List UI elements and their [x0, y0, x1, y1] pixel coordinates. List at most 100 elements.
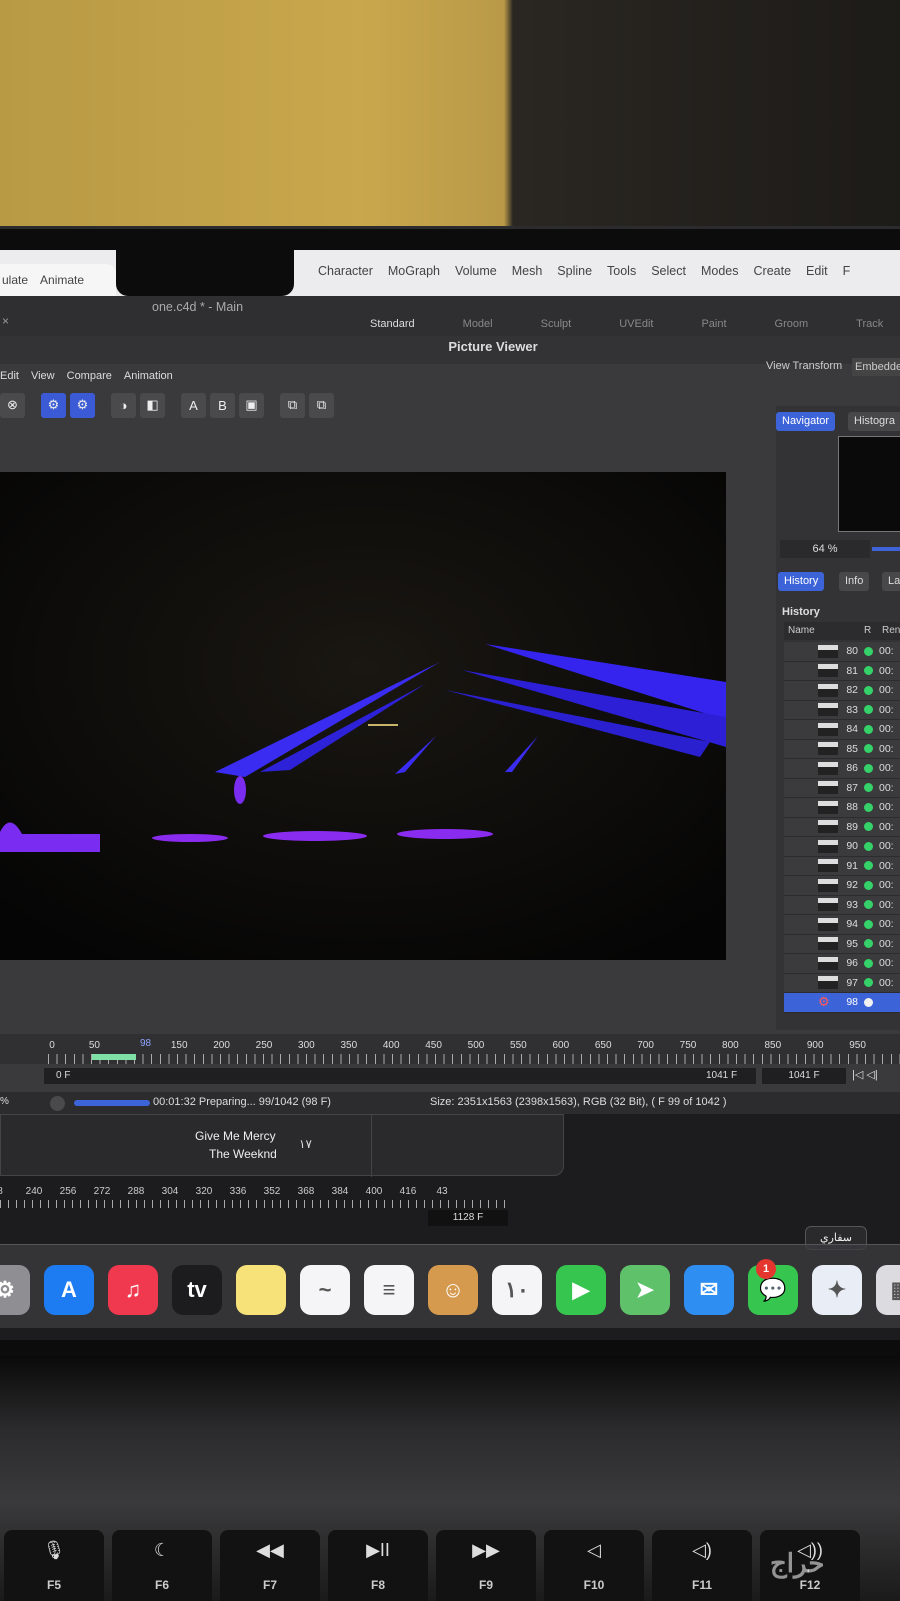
- history-row[interactable]: 91 00:: [784, 856, 900, 876]
- render-active-icon[interactable]: ⚙: [70, 392, 95, 418]
- menu-item-spline[interactable]: Spline: [557, 264, 592, 278]
- history-row[interactable]: 85 00:: [784, 739, 900, 759]
- notes-icon[interactable]: [236, 1265, 286, 1315]
- history-row[interactable]: 97 00:: [784, 973, 900, 993]
- menu-item-volume[interactable]: Volume: [455, 264, 497, 278]
- layout-tab-model[interactable]: Model: [463, 318, 493, 330]
- reminders-icon[interactable]: ≡: [364, 1265, 414, 1315]
- mail-icon[interactable]: ✉: [684, 1265, 734, 1315]
- column-r[interactable]: R: [864, 622, 871, 640]
- menu-item-f[interactable]: F: [843, 264, 851, 278]
- music-icon[interactable]: ♫: [108, 1265, 158, 1315]
- layout-tab-standard[interactable]: Standard: [370, 318, 415, 330]
- menu-item-tools[interactable]: Tools: [607, 264, 636, 278]
- start-frame-field[interactable]: 0 F: [44, 1068, 756, 1084]
- close-icon[interactable]: ×: [2, 314, 9, 328]
- pv-menu-animation[interactable]: Animation: [124, 370, 173, 382]
- tab-info[interactable]: Info: [839, 572, 870, 591]
- function-key-f10[interactable]: ◁ F10: [544, 1530, 644, 1601]
- facetime-icon[interactable]: ▶: [556, 1265, 606, 1315]
- layout-tab-track[interactable]: Track: [856, 318, 883, 330]
- menu-item-mograph[interactable]: MoGraph: [388, 264, 440, 278]
- maps-icon[interactable]: ➤: [620, 1265, 670, 1315]
- layout-tab-groom[interactable]: Groom: [775, 318, 809, 330]
- zoom-level[interactable]: 64 %: [780, 540, 870, 558]
- view-transform-select[interactable]: Embedde: [852, 358, 900, 376]
- menu-item-select[interactable]: Select: [651, 264, 686, 278]
- history-row[interactable]: 90 00:: [784, 837, 900, 857]
- frame-step-buttons[interactable]: |◁ ◁|: [852, 1068, 878, 1081]
- function-key-f5[interactable]: 🎙 F5: [4, 1530, 104, 1601]
- history-row[interactable]: 84 00:: [784, 720, 900, 740]
- function-key-f7[interactable]: ◀◀ F7: [220, 1530, 320, 1601]
- function-key-f11[interactable]: ◁) F11: [652, 1530, 752, 1601]
- a-buffer-icon[interactable]: A: [181, 392, 206, 418]
- ruler-tick-label: 400: [382, 1040, 400, 1051]
- render-cursor: [368, 724, 398, 726]
- history-row[interactable]: 81 00:: [784, 661, 900, 681]
- column-render[interactable]: Ren: [882, 622, 900, 640]
- tab-history[interactable]: History: [778, 572, 825, 591]
- pv-menu-edit[interactable]: Edit: [0, 370, 19, 382]
- export-icon[interactable]: ⧉: [309, 392, 334, 418]
- messages-icon[interactable]: 💬 1: [748, 1259, 798, 1315]
- b-buffer-icon[interactable]: B: [210, 392, 235, 418]
- column-name[interactable]: Name: [788, 622, 815, 640]
- lower-frame-field[interactable]: 1128 F: [428, 1210, 508, 1226]
- contrast-icon[interactable]: ◑: [111, 392, 136, 418]
- status-dot-icon: [864, 822, 873, 832]
- menu-item-edit[interactable]: Edit: [806, 264, 828, 278]
- app-store-icon[interactable]: A: [44, 1265, 94, 1315]
- history-row[interactable]: 80 00:: [784, 642, 900, 662]
- timeline-ruler[interactable]: 98 0 50 150 200 250 300 350 400 450 500 550 600 650 7…: [0, 1034, 900, 1064]
- history-row[interactable]: 92 00:: [784, 876, 900, 896]
- history-row[interactable]: 93 00:: [784, 895, 900, 915]
- history-row[interactable]: 88 00:: [784, 798, 900, 818]
- history-row[interactable]: 82 00:: [784, 681, 900, 701]
- timeline-range[interactable]: [92, 1054, 136, 1060]
- function-key-f9[interactable]: ▶▶ F9: [436, 1530, 536, 1601]
- settings-icon[interactable]: ⚙: [0, 1265, 30, 1315]
- end-frame-field[interactable]: 1041 F: [762, 1068, 846, 1084]
- calendar-icon[interactable]: ١٠: [492, 1265, 542, 1315]
- history-row[interactable]: 87 00:: [784, 778, 900, 798]
- menu-item-create[interactable]: Create: [754, 264, 792, 278]
- menu-item-character[interactable]: Character: [318, 264, 373, 278]
- history-row-selected[interactable]: ⚙ 98: [784, 993, 900, 1013]
- layout-tab-sculpt[interactable]: Sculpt: [541, 318, 572, 330]
- apple-tv-icon[interactable]: tv: [172, 1265, 222, 1315]
- tab-animate[interactable]: Animate: [40, 273, 84, 287]
- menu-item-mesh[interactable]: Mesh: [512, 264, 543, 278]
- copy-icon[interactable]: ⧉: [280, 392, 305, 418]
- history-row[interactable]: 94 00:: [784, 915, 900, 935]
- launchpad-icon[interactable]: ▦: [876, 1265, 900, 1315]
- tab-navigator[interactable]: Navigator: [776, 412, 836, 431]
- history-row[interactable]: 83 00:: [784, 700, 900, 720]
- history-row[interactable]: 86 00:: [784, 759, 900, 779]
- menu-item-modes[interactable]: Modes: [701, 264, 739, 278]
- function-key-f8[interactable]: ▶II F8: [328, 1530, 428, 1601]
- layout-tab-uvedit[interactable]: UVEdit: [619, 318, 653, 330]
- render-settings-icon[interactable]: ⚙: [41, 392, 66, 418]
- stop-render-button[interactable]: [50, 1096, 65, 1111]
- compare-icon[interactable]: ◧: [140, 392, 165, 418]
- crop-icon[interactable]: ▣: [239, 392, 264, 418]
- history-row[interactable]: 89 00:: [784, 817, 900, 837]
- layout-tab-paint[interactable]: Paint: [701, 318, 726, 330]
- tab-histogram[interactable]: Histogra: [848, 412, 900, 431]
- history-row[interactable]: 95 00:: [784, 934, 900, 954]
- history-row[interactable]: 96 00:: [784, 954, 900, 974]
- stop-icon[interactable]: ⊗: [0, 392, 25, 418]
- freeform-icon[interactable]: ~: [300, 1265, 350, 1315]
- ruler-tick-label: 0: [49, 1040, 55, 1051]
- zoom-slider[interactable]: [872, 547, 900, 551]
- tab-layers[interactable]: La: [882, 572, 900, 591]
- function-key-f6[interactable]: ☾ F6: [112, 1530, 212, 1601]
- pv-menu-view[interactable]: View: [31, 370, 55, 382]
- pv-menu-compare[interactable]: Compare: [67, 370, 112, 382]
- navigator-thumbnail[interactable]: [838, 436, 900, 532]
- contacts-icon[interactable]: ☺: [428, 1265, 478, 1315]
- now-playing-widget[interactable]: Give Me Mercy The Weeknd ١٧: [0, 1114, 564, 1177]
- tab-simulate[interactable]: ulate: [2, 273, 28, 287]
- safari-icon[interactable]: ✦: [812, 1265, 862, 1315]
